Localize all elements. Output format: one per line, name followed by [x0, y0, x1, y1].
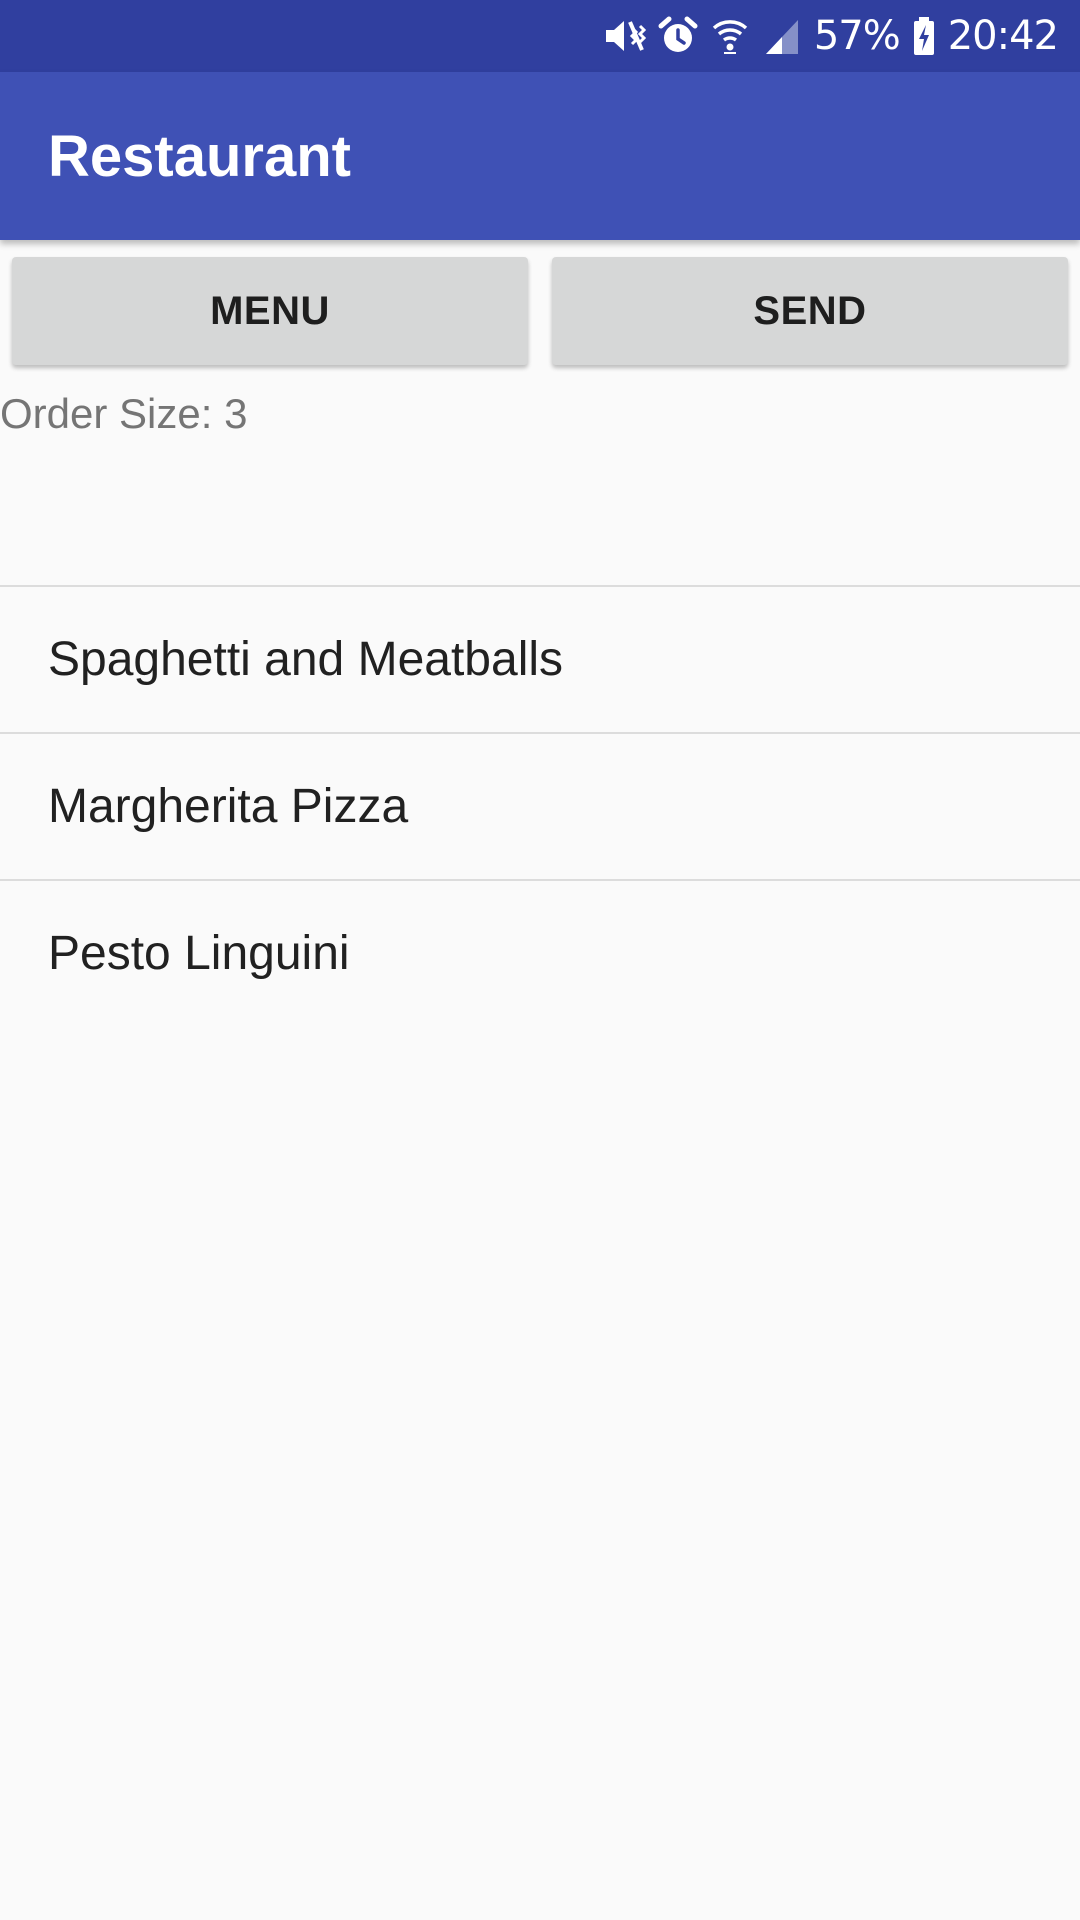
clock: 20:42 — [947, 13, 1059, 59]
app-bar: Restaurant — [0, 72, 1080, 240]
list-item[interactable]: Margherita Pizza — [0, 734, 1080, 879]
battery-charging-icon — [912, 16, 936, 56]
order-list: Spaghetti and Meatballs Margherita Pizza… — [0, 585, 1080, 1026]
order-size-label: Order Size: 3 — [0, 390, 248, 437]
page-title: Restaurant — [48, 124, 351, 189]
alarm-icon — [658, 16, 698, 56]
mute-vibrate-icon — [602, 16, 646, 56]
wifi-icon — [710, 16, 750, 56]
status-bar: 57% 20:42 — [0, 0, 1080, 72]
cell-signal-icon — [762, 16, 802, 56]
list-item[interactable]: Spaghetti and Meatballs — [0, 587, 1080, 732]
send-button[interactable]: SEND — [552, 257, 1068, 365]
battery-percent: 57% — [813, 13, 901, 59]
list-item[interactable]: Pesto Linguini — [0, 881, 1080, 1026]
menu-button[interactable]: MENU — [12, 257, 528, 365]
button-row: MENU SEND — [0, 252, 1080, 370]
